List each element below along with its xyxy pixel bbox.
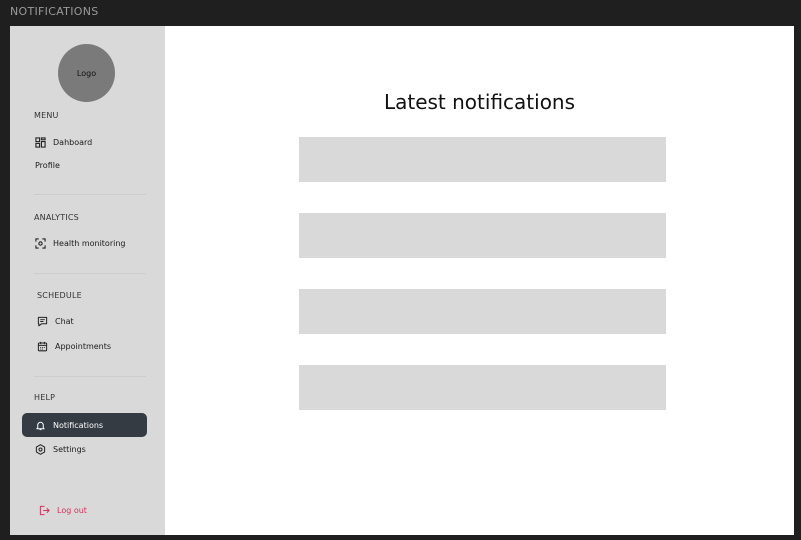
- divider: [34, 376, 146, 377]
- sidebar-item-chat[interactable]: Chat: [37, 316, 74, 327]
- section-label-schedule: SCHEDULE: [37, 291, 82, 300]
- notification-card[interactable]: [299, 289, 666, 334]
- notification-card[interactable]: [299, 365, 666, 410]
- sidebar-item-label: Dahboard: [53, 138, 93, 147]
- sidebar-item-dashboard[interactable]: Dahboard: [35, 137, 92, 148]
- sidebar-item-label: Chat: [55, 317, 74, 326]
- app-frame: Logo MENU Dahboard Profile ANALYTICS Hea…: [10, 26, 794, 535]
- sidebar: Logo MENU Dahboard Profile ANALYTICS Hea…: [10, 26, 165, 535]
- chat-icon: [37, 316, 48, 327]
- logout-button[interactable]: Log out: [39, 505, 87, 516]
- sidebar-item-settings[interactable]: Settings: [35, 444, 86, 455]
- window-title: NOTIFICATIONS: [10, 5, 99, 18]
- bell-icon: [36, 421, 45, 430]
- logout-icon: [39, 505, 50, 516]
- sidebar-item-appointments[interactable]: Appointments: [37, 341, 111, 352]
- sidebar-item-label: Notifications: [53, 420, 104, 430]
- sidebar-item-label: Health monitoring: [53, 239, 126, 248]
- sidebar-item-notifications[interactable]: Notifications: [22, 413, 147, 437]
- sidebar-item-profile[interactable]: Profile: [35, 161, 60, 170]
- notification-card[interactable]: [299, 213, 666, 258]
- divider: [34, 194, 146, 195]
- sidebar-item-label: Settings: [53, 445, 86, 454]
- logout-label: Log out: [57, 506, 87, 515]
- section-label-help: HELP: [34, 393, 56, 402]
- section-label-analytics: ANALYTICS: [34, 213, 79, 222]
- divider: [34, 273, 146, 274]
- calendar-icon: [37, 341, 48, 352]
- dashboard-icon: [35, 137, 46, 148]
- sidebar-item-label: Appointments: [55, 342, 112, 351]
- logo: Logo: [58, 44, 115, 102]
- page-title: Latest notifications: [383, 90, 576, 114]
- sidebar-item-label: Profile: [35, 161, 60, 170]
- sidebar-item-health-monitoring[interactable]: Health monitoring: [35, 238, 125, 249]
- scan-icon: [35, 238, 46, 249]
- notification-card[interactable]: [299, 137, 666, 182]
- section-label-menu: MENU: [34, 111, 59, 120]
- gear-icon: [35, 444, 46, 455]
